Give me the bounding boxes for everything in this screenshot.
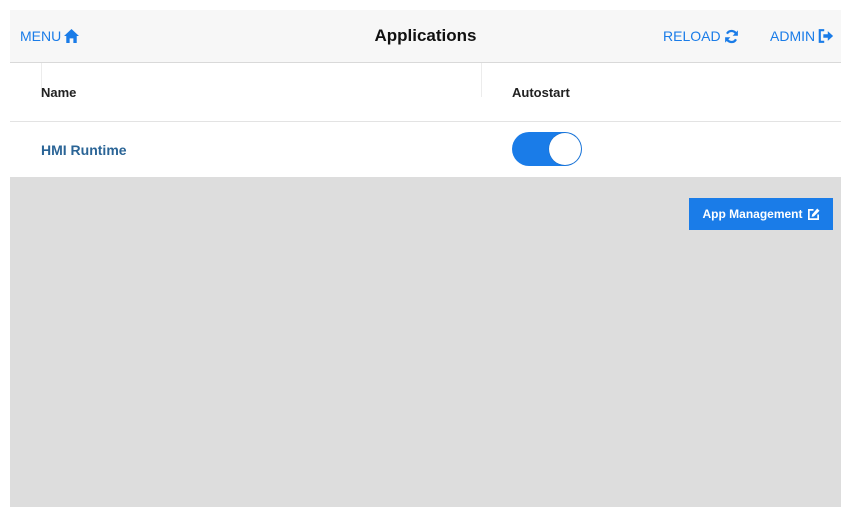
table-header: Name Autostart — [10, 63, 841, 122]
app-frame: MENU Applications RELOAD ADMIN Name Auto… — [10, 10, 841, 507]
autostart-toggle[interactable] — [512, 132, 582, 166]
edit-icon — [807, 207, 820, 220]
column-header-autostart: Autostart — [512, 84, 570, 100]
column-header-name: Name — [41, 84, 77, 100]
toggle-knob — [549, 133, 581, 165]
table-row: HMI Runtime — [10, 122, 841, 177]
top-navbar: MENU Applications RELOAD ADMIN — [10, 10, 841, 63]
admin-button[interactable]: ADMIN — [770, 10, 834, 62]
sign-out-icon — [818, 29, 834, 43]
admin-label: ADMIN — [770, 28, 816, 44]
app-management-button[interactable]: App Management — [689, 198, 833, 230]
refresh-icon — [724, 29, 738, 43]
applications-table: Name Autostart HMI Runtime — [10, 63, 841, 177]
app-management-label: App Management — [702, 207, 803, 221]
app-name-link[interactable]: HMI Runtime — [41, 122, 127, 177]
reload-button[interactable]: RELOAD — [663, 10, 739, 62]
column-divider — [481, 63, 482, 97]
reload-label: RELOAD — [663, 28, 721, 44]
